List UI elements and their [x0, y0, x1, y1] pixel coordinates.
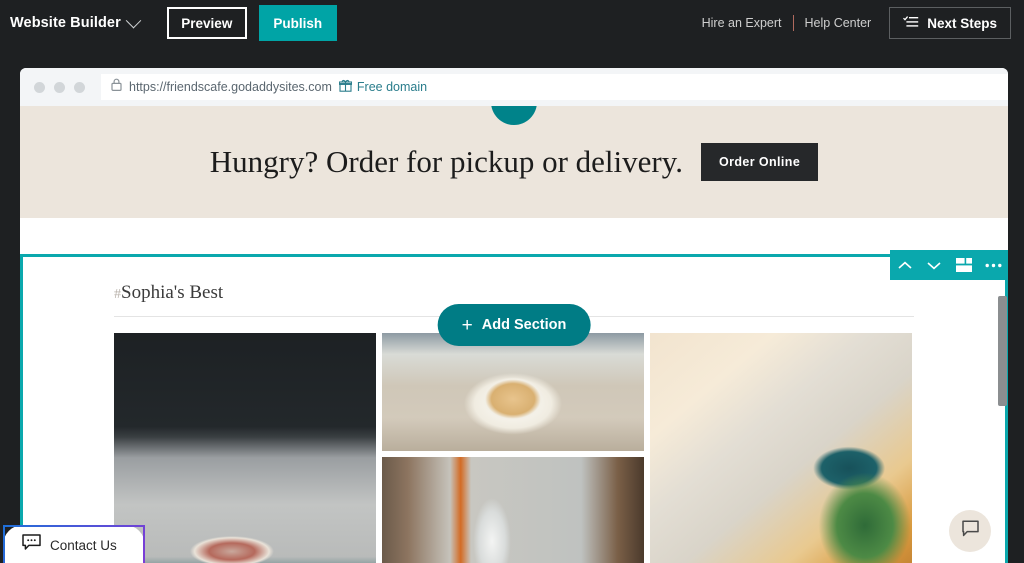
- chat-bubble-icon: [22, 534, 41, 556]
- site-canvas: Hungry? Order for pickup or delivery. Or…: [20, 106, 1008, 563]
- window-dot-maximize: [74, 81, 85, 93]
- window-dot-close: [34, 81, 45, 93]
- next-steps-button[interactable]: Next Steps: [889, 7, 1011, 39]
- gallery-image-patio-umbrella-cafe[interactable]: [650, 333, 912, 563]
- url-text: https://friendscafe.godaddysites.com: [129, 80, 332, 94]
- add-section-button[interactable]: + Add Section: [437, 304, 591, 346]
- order-online-button[interactable]: Order Online: [700, 143, 819, 181]
- website-builder-label: Website Builder: [10, 15, 121, 31]
- add-section-label: Add Section: [481, 317, 567, 333]
- lock-icon: [111, 78, 122, 96]
- gallery-column-1: [114, 333, 376, 563]
- website-builder-menu[interactable]: Website Builder: [10, 12, 142, 31]
- contact-us-label: Contact Us: [50, 537, 117, 553]
- gift-icon: [338, 79, 353, 95]
- gallery-column-2: [382, 333, 644, 563]
- plus-icon: +: [461, 314, 473, 336]
- speech-bubble-icon: [961, 520, 980, 543]
- section-title-text: Sophia's Best: [121, 282, 224, 303]
- gallery-image-bread-basket-on-table[interactable]: [382, 333, 644, 451]
- site-chat-button[interactable]: [949, 510, 991, 552]
- photo-pizza: [114, 333, 376, 563]
- contact-us-widget[interactable]: Contact Us: [3, 525, 145, 563]
- address-bar[interactable]: https://friendscafe.godaddysites.com Fre…: [101, 74, 1008, 100]
- browser-chrome-bar: https://friendscafe.godaddysites.com Fre…: [20, 68, 1008, 106]
- hire-an-expert-link[interactable]: Hire an Expert: [702, 16, 782, 30]
- preview-button[interactable]: Preview: [166, 7, 247, 39]
- gallery-column-3: [650, 333, 912, 563]
- window-dot-minimize: [54, 81, 65, 93]
- chevron-up-icon[interactable]: [895, 255, 915, 275]
- chevron-down-icon: [125, 12, 142, 28]
- banner-headline: Hungry? Order for pickup or delivery.: [209, 144, 683, 179]
- order-banner-section[interactable]: Hungry? Order for pickup or delivery. Or…: [20, 106, 1008, 218]
- window-control-dots: [34, 81, 85, 93]
- top-app-bar: Website Builder Preview Publish Hire an …: [0, 0, 1024, 46]
- section-toolbar: [890, 250, 1008, 280]
- hash-prefix: #: [114, 287, 121, 302]
- add-section-above-button[interactable]: [491, 106, 537, 125]
- app-bar-right-group: Hire an Expert Help Center Next Steps: [702, 7, 1011, 39]
- site-scrollbar-thumb[interactable]: [998, 296, 1007, 406]
- free-domain-label: Free domain: [356, 80, 428, 94]
- photo-glass: [382, 457, 644, 563]
- layout-icon[interactable]: [954, 255, 974, 275]
- photo-bread: [382, 333, 644, 451]
- divider: [792, 15, 794, 31]
- gallery-image-glass-bottle-still-life[interactable]: [382, 457, 644, 563]
- checklist-icon: [903, 15, 919, 32]
- gallery-image-pizza-dough-preparation[interactable]: [114, 333, 376, 563]
- help-center-link[interactable]: Help Center: [805, 16, 872, 30]
- chevron-down-icon[interactable]: [924, 255, 944, 275]
- photo-gallery: [114, 333, 914, 563]
- photo-patio: [650, 333, 912, 563]
- next-steps-label: Next Steps: [927, 15, 997, 31]
- site-preview-browser: https://friendscafe.godaddysites.com Fre…: [20, 68, 1008, 563]
- section-title: #Sophia's Best: [96, 254, 932, 304]
- sophias-best-section[interactable]: #Sophia's Best: [20, 254, 1008, 563]
- free-domain-link[interactable]: Free domain: [338, 79, 428, 95]
- publish-button[interactable]: Publish: [258, 5, 337, 41]
